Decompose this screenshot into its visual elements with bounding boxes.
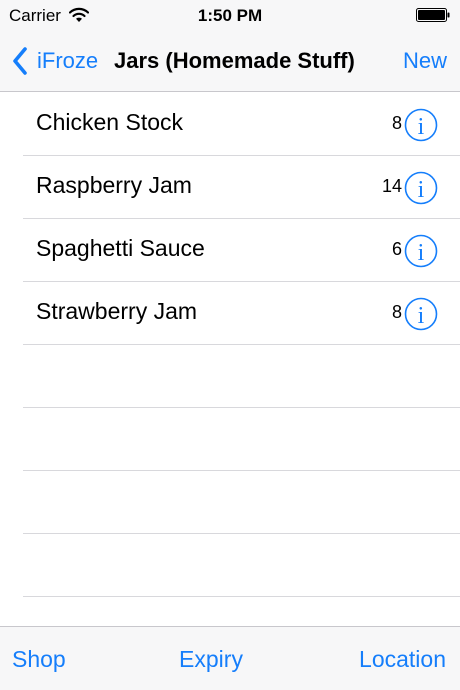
info-icon[interactable]: i <box>404 171 438 205</box>
item-count: 8 <box>391 302 402 322</box>
item-name: Spaghetti Sauce <box>36 235 205 261</box>
svg-text:i: i <box>418 240 425 266</box>
item-count: 6 <box>391 239 402 259</box>
list-item[interactable]: Raspberry Jam 14 i <box>23 156 460 219</box>
back-button-label: iFroze <box>37 48 99 73</box>
status-bar: Carrier 1:50 PM <box>0 0 460 30</box>
svg-text:i: i <box>418 114 425 140</box>
list-item[interactable]: Chicken Stock 8 i <box>23 93 460 156</box>
empty-row <box>23 534 460 597</box>
svg-text:i: i <box>418 177 425 203</box>
info-icon[interactable]: i <box>404 297 438 331</box>
item-count: 14 <box>381 176 402 196</box>
item-name: Raspberry Jam <box>36 172 192 198</box>
navigation-bar: iFroze Jars (Homemade Stuff) New <box>0 30 460 92</box>
item-name: Strawberry Jam <box>36 298 198 324</box>
empty-row <box>23 408 460 471</box>
jar-list: Chicken Stock 8 i Raspberry Jam 14 i Spa… <box>0 93 460 597</box>
list-item[interactable]: Strawberry Jam 8 i <box>23 282 460 345</box>
item-name: Chicken Stock <box>36 109 184 135</box>
bottom-toolbar: Shop Expiry Location <box>0 626 460 690</box>
new-button[interactable]: New <box>403 48 447 74</box>
empty-row <box>23 471 460 534</box>
page-title: Jars (Homemade Stuff) <box>114 48 355 73</box>
location-button[interactable]: Location <box>359 646 446 673</box>
chevron-left-icon <box>13 47 27 75</box>
info-icon[interactable]: i <box>404 234 438 268</box>
info-icon[interactable]: i <box>404 108 438 142</box>
svg-text:i: i <box>418 303 425 329</box>
empty-row <box>23 345 460 408</box>
list-item[interactable]: Spaghetti Sauce 6 i <box>23 219 460 282</box>
battery-icon <box>416 8 450 22</box>
item-count: 8 <box>391 113 402 133</box>
status-time: 1:50 PM <box>197 6 263 25</box>
back-button[interactable]: iFroze <box>12 44 98 78</box>
